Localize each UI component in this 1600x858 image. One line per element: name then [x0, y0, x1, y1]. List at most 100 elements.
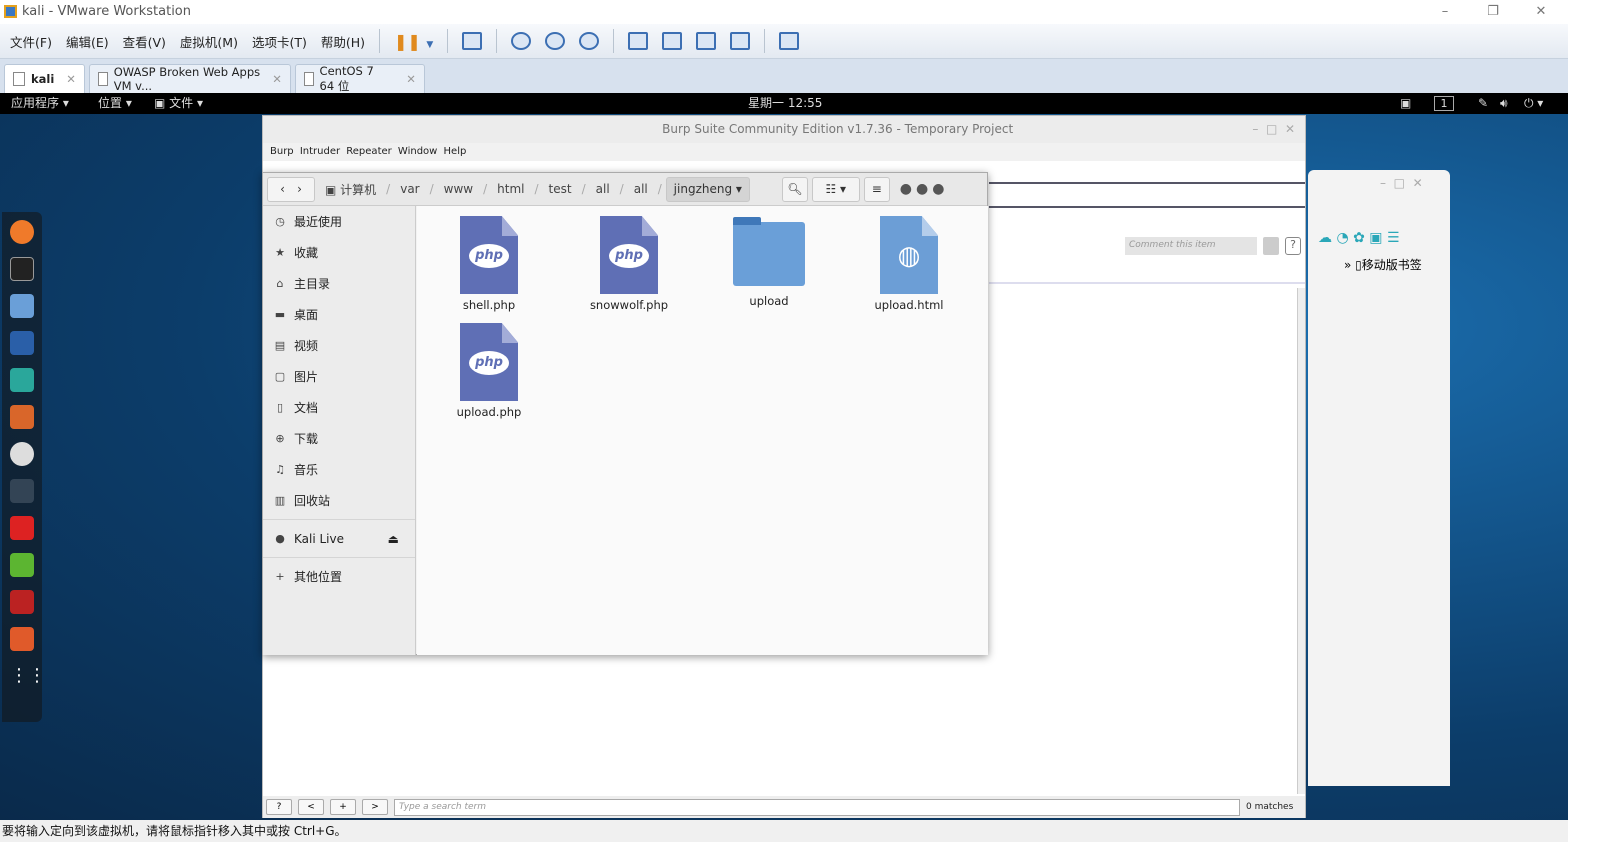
- files-icon[interactable]: [10, 294, 34, 318]
- path-computer[interactable]: ▣ 计算机: [319, 181, 382, 198]
- menu-button[interactable]: ≡: [863, 176, 890, 202]
- back-icon[interactable]: ‹: [280, 182, 285, 196]
- menu-edit[interactable]: 编辑(E): [66, 32, 109, 51]
- workspace-indicator[interactable]: 1: [1434, 96, 1454, 111]
- sidebar-item-kali-live[interactable]: ● Kali Live ⏏: [263, 523, 415, 554]
- fullscreen-icon[interactable]: [696, 32, 717, 50]
- minimize-button[interactable]: –: [1422, 0, 1468, 24]
- window-controls[interactable]: ●●●: [900, 181, 949, 197]
- sidebar-item-star[interactable]: ★ 收藏: [263, 237, 415, 268]
- path-html[interactable]: html: [491, 182, 530, 196]
- menu-tabs[interactable]: 选项卡(T): [252, 32, 307, 51]
- power-icon[interactable]: ⏻ ▾: [1524, 93, 1543, 114]
- burp-window-controls[interactable]: – □ ✕: [1252, 116, 1305, 143]
- burp-menu[interactable]: Burp Intruder Repeater Window Help: [263, 143, 1305, 161]
- scrollbar[interactable]: [1297, 288, 1305, 794]
- menu-help[interactable]: 帮助(H): [321, 32, 365, 51]
- close-tab-icon[interactable]: ✕: [66, 72, 76, 86]
- search-input[interactable]: Type a search term: [394, 798, 1240, 816]
- sidebar-item-home[interactable]: ⌂ 主目录: [263, 268, 415, 299]
- path-all[interactable]: all: [590, 182, 616, 196]
- pause-icon[interactable]: ❚❚ ▼: [394, 32, 433, 51]
- close-tab-icon[interactable]: ✕: [272, 72, 282, 86]
- firefox-icon[interactable]: [10, 220, 34, 244]
- file-item[interactable]: upload: [719, 216, 819, 308]
- path-all-2[interactable]: all: [628, 182, 654, 196]
- beef-icon[interactable]: [10, 479, 34, 503]
- comment-input[interactable]: Comment this item: [1125, 237, 1257, 255]
- search-help-button[interactable]: ?: [266, 799, 292, 815]
- volume-icon[interactable]: 🔊︎: [1500, 93, 1508, 114]
- revert-snapshot-icon[interactable]: [545, 32, 566, 50]
- menu-file[interactable]: 文件(F): [10, 32, 52, 51]
- document-icon: ▯: [276, 401, 284, 414]
- files-menu[interactable]: ▣ 文件 ▾: [154, 93, 203, 114]
- faraday-icon[interactable]: [10, 516, 34, 540]
- file-item[interactable]: php shell.php: [439, 216, 539, 312]
- sidebar-item-video[interactable]: ▤ 视频: [263, 330, 415, 361]
- tab-owasp[interactable]: OWASP Broken Web Apps VM v... ✕: [88, 64, 291, 93]
- terminal-icon[interactable]: [10, 257, 34, 281]
- maltego-icon[interactable]: [10, 442, 34, 466]
- armitage-icon[interactable]: [10, 368, 34, 392]
- places-menu[interactable]: 位置 ▾: [98, 93, 132, 114]
- snapshot-icon[interactable]: [511, 32, 532, 50]
- sidebar-item-image[interactable]: ▢ 图片: [263, 361, 415, 392]
- sidebar-item-document[interactable]: ▯ 文档: [263, 392, 415, 423]
- eject-icon[interactable]: ⏏: [388, 532, 399, 546]
- tab-centos[interactable]: CentOS 7 64 位 ✕: [294, 64, 425, 93]
- sidebar-list: ◷ 最近使用 ★ 收藏 ⌂ 主目录 ▬ 桌面 ▤ 视频 ▢ 图片 ▯ 文档 ⊕ 下载 ♫ 音乐 ▥ 回收站: [263, 206, 415, 516]
- highlight-icon[interactable]: [1263, 237, 1279, 255]
- match-count: 0 matches: [1246, 802, 1294, 812]
- file-item[interactable]: php upload.php: [439, 323, 539, 419]
- restore-button[interactable]: ❐: [1470, 0, 1516, 24]
- unity-icon[interactable]: [730, 32, 751, 50]
- help-icon[interactable]: ?: [1285, 237, 1301, 255]
- window-controls[interactable]: – □ ✕: [1380, 176, 1423, 190]
- recordmydesktop-icon[interactable]: [10, 590, 34, 614]
- file-item[interactable]: ◍ upload.html: [859, 216, 959, 312]
- sidebar-item-trash[interactable]: ▥ 回收站: [263, 485, 415, 516]
- php-badge: php: [609, 244, 649, 268]
- burp-title: Burp Suite Community Edition v1.7.36 - T…: [263, 116, 1305, 143]
- sidebar-item-download[interactable]: ⊕ 下载: [263, 423, 415, 454]
- file-item[interactable]: php snowwolf.php: [579, 216, 679, 312]
- close-button[interactable]: ✕: [1518, 0, 1564, 24]
- burpsuite-icon[interactable]: [10, 405, 34, 429]
- close-tab-icon[interactable]: ✕: [406, 72, 416, 86]
- metasploit-icon[interactable]: [10, 331, 34, 355]
- path-var[interactable]: var: [394, 182, 425, 196]
- sidebar-item-clock[interactable]: ◷ 最近使用: [263, 206, 415, 237]
- thumbnail-icon[interactable]: [662, 32, 683, 50]
- path-test[interactable]: test: [543, 182, 578, 196]
- search-button[interactable]: 🔍︎: [781, 176, 808, 202]
- star-icon: ★: [275, 246, 285, 259]
- divider: [496, 29, 498, 53]
- sidebar-item-other-locations[interactable]: + 其他位置: [263, 561, 415, 592]
- sidebar-toggle-icon[interactable]: [628, 32, 649, 50]
- send-keys-icon[interactable]: [462, 32, 483, 50]
- mobile-bookmarks[interactable]: » ▯移动版书签: [1344, 256, 1422, 273]
- path-current[interactable]: jingzheng ▾: [665, 176, 750, 202]
- app-icon[interactable]: [10, 627, 34, 651]
- search-prev-button[interactable]: <: [298, 799, 324, 815]
- view-options-button[interactable]: ☷ ▾: [811, 176, 860, 202]
- show-apps-icon[interactable]: ⋮⋮: [10, 664, 46, 688]
- tool-icon[interactable]: ✎: [1478, 93, 1488, 114]
- sidebar-item-desktop[interactable]: ▬ 桌面: [263, 299, 415, 330]
- forward-icon[interactable]: ›: [297, 182, 302, 196]
- screen-icon[interactable]: ▣: [1400, 93, 1411, 114]
- snapshot-manager-icon[interactable]: [579, 32, 600, 50]
- sidebar-item-music[interactable]: ♫ 音乐: [263, 454, 415, 485]
- path-www[interactable]: www: [438, 182, 479, 196]
- search-next-button[interactable]: >: [362, 799, 388, 815]
- clock[interactable]: 星期一 12:55: [748, 93, 822, 114]
- applications-menu[interactable]: 应用程序 ▾: [11, 93, 69, 114]
- search-add-button[interactable]: +: [330, 799, 356, 815]
- console-view-icon[interactable]: [779, 32, 800, 50]
- tab-kali[interactable]: kali ✕: [4, 64, 85, 93]
- extension-icons[interactable]: ☁ ◔ ✿ ▣ ☰: [1318, 230, 1400, 246]
- menu-vm[interactable]: 虚拟机(M): [180, 32, 238, 51]
- leafpad-icon[interactable]: [10, 553, 34, 577]
- menu-view[interactable]: 查看(V): [123, 32, 166, 51]
